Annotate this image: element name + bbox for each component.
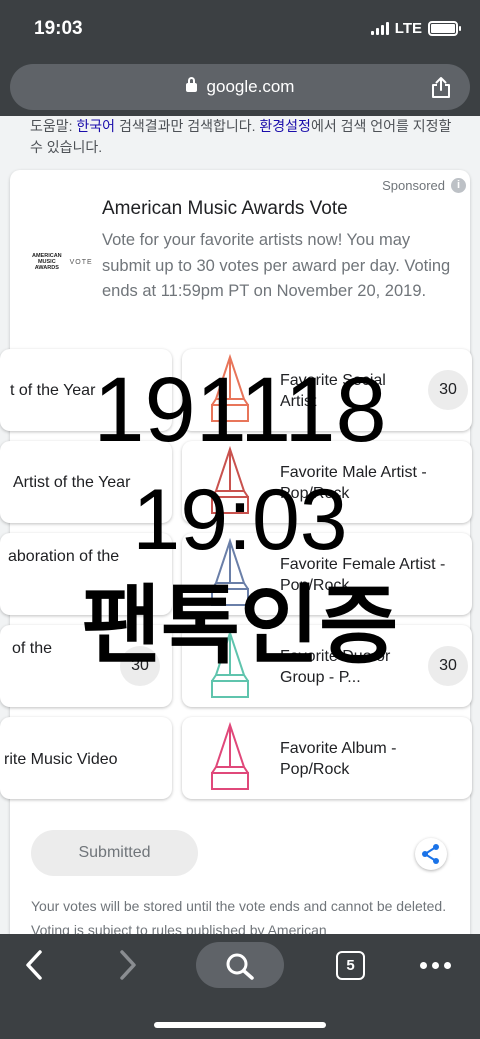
lock-icon	[185, 77, 197, 92]
trophy-icon	[211, 537, 249, 606]
disclaimer-text: Your votes will be stored until the vote…	[31, 898, 447, 934]
trophy-icon	[211, 629, 249, 698]
back-icon[interactable]	[22, 949, 46, 981]
category-label: Favorite Male Artist - Pop/Rock	[280, 464, 427, 502]
trophy-icon	[211, 445, 249, 514]
category-tile[interactable]: Favorite Female Artist - Pop/Rock	[182, 533, 472, 615]
category-label: Artist of the Year	[13, 474, 131, 491]
address-bar[interactable]: google.com	[10, 64, 470, 110]
home-indicator	[154, 1022, 326, 1028]
share-nodes-icon	[422, 844, 439, 864]
trophy-icon	[211, 721, 249, 790]
lang-note-prefix: 도움말:	[30, 118, 77, 134]
ad-card: Sponsored i AMERICAN MUSIC AWARDS VOTE A…	[0, 170, 472, 934]
search-results: 도움말: 한국어 검색결과만 검색합니다. 환경설정에서 검색 언어를 지정할 …	[0, 116, 480, 934]
search-icon	[226, 953, 254, 980]
logo-text: AMERICAN MUSIC AWARDS	[32, 253, 62, 271]
status-time: 19:03	[34, 18, 83, 39]
ad-description: Vote for your favorite artists now! You …	[102, 231, 451, 300]
category-label: t of the Year	[10, 382, 96, 399]
ama-logo: AMERICAN MUSIC AWARDS VOTE	[32, 250, 92, 274]
tabs-button[interactable]: 5	[336, 951, 365, 980]
more-icon[interactable]	[420, 962, 451, 969]
url-text: google.com	[206, 77, 295, 96]
search-button[interactable]	[196, 942, 284, 988]
category-tile[interactable]: t of the Year	[0, 349, 172, 431]
language-note: 도움말: 한국어 검색결과만 검색합니다. 환경설정에서 검색 언어를 지정할 …	[30, 116, 460, 158]
category-tile[interactable]: of the 30	[0, 625, 172, 707]
info-icon[interactable]: i	[451, 178, 466, 193]
korean-link[interactable]: 한국어	[76, 118, 115, 134]
category-tile[interactable]: Favorite Album - Pop/Rock	[182, 717, 472, 799]
category-label: rite Music Video	[4, 751, 118, 768]
browser-toolbar: google.com	[0, 58, 480, 116]
trophy-icon	[211, 353, 249, 422]
category-tile[interactable]: Favorite Duo or Group - P... 30	[182, 625, 472, 707]
status-indicators: LTE	[370, 20, 461, 37]
category-tile[interactable]: Favorite Social Artist 30	[182, 349, 472, 431]
sponsored-label: Sponsored i	[382, 178, 466, 193]
signal-icon	[370, 22, 389, 35]
bottom-toolbar: 5	[0, 934, 480, 1039]
forward-icon[interactable]	[116, 949, 140, 981]
category-label: Favorite Social Artist	[280, 372, 386, 410]
category-label: Favorite Duo or Group - P...	[280, 648, 391, 686]
vote-count: 30	[120, 646, 160, 686]
category-label: Favorite Album - Pop/Rock	[280, 740, 397, 778]
category-tile[interactable]: Artist of the Year	[0, 441, 172, 523]
settings-link[interactable]: 환경설정	[259, 118, 311, 134]
status-bar: 19:03 LTE	[0, 0, 480, 58]
share-button[interactable]	[415, 838, 447, 870]
battery-icon	[428, 21, 461, 36]
category-label: aboration of the	[8, 548, 120, 565]
vote-count: 30	[428, 370, 468, 410]
category-tile[interactable]: Favorite Male Artist - Pop/Rock	[182, 441, 472, 523]
category-label: Favorite Female Artist - Pop/Rock	[280, 556, 446, 594]
category-tile[interactable]: aboration of the	[0, 533, 172, 615]
network-label: LTE	[394, 20, 422, 37]
lang-note-middle: 검색결과만 검색합니다.	[115, 118, 260, 134]
vote-count: 30	[428, 646, 468, 686]
share-icon[interactable]	[430, 76, 452, 98]
submitted-button[interactable]: Submitted	[31, 830, 198, 876]
logo-vote-text: VOTE	[69, 258, 93, 266]
category-tile[interactable]: rite Music Video	[0, 717, 172, 799]
category-label: of the	[12, 640, 53, 657]
ad-title[interactable]: American Music Awards Vote	[102, 198, 348, 220]
sponsored-text: Sponsored	[382, 178, 445, 193]
